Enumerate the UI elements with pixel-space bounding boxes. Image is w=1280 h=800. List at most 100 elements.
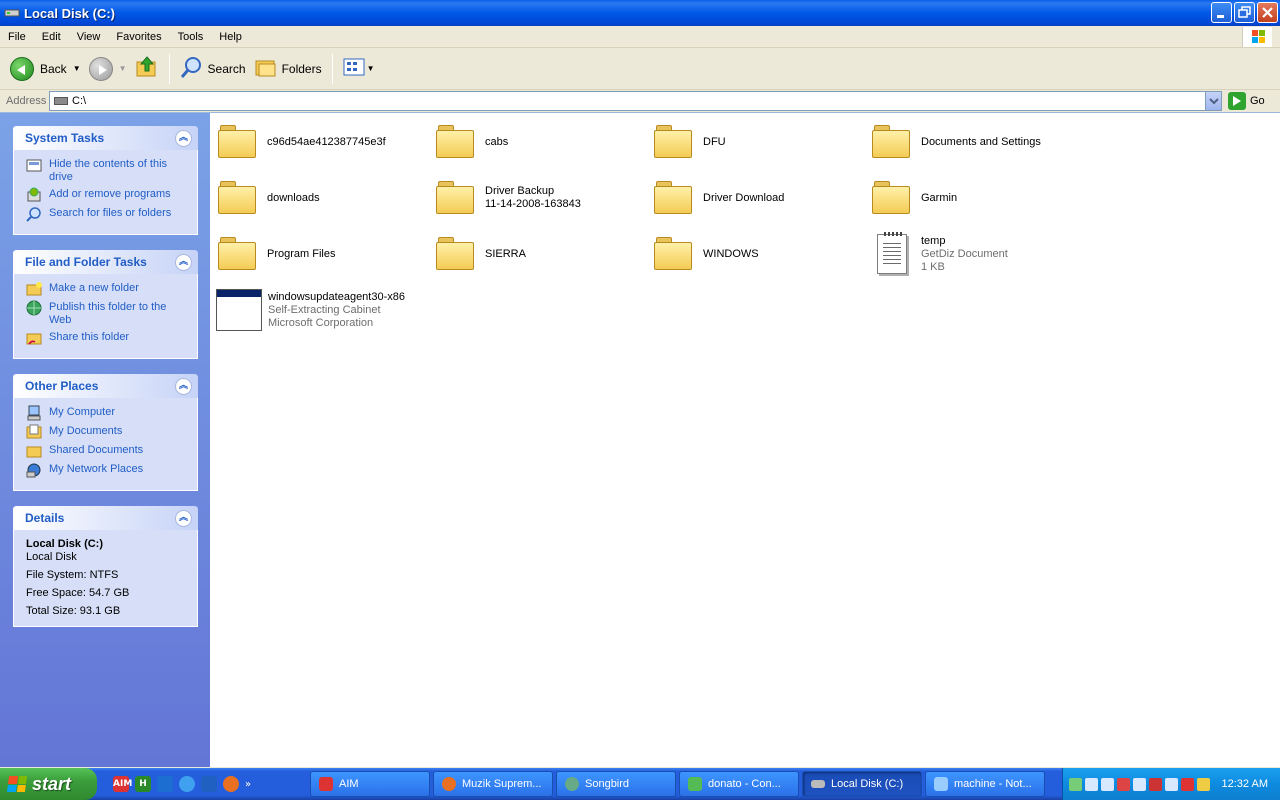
up-folder-icon xyxy=(135,55,159,82)
firefox-quicklaunch-icon[interactable] xyxy=(223,776,239,792)
tray-user-icon[interactable] xyxy=(1068,777,1082,791)
folders-button[interactable]: Folders xyxy=(250,52,326,86)
menu-edit[interactable]: Edit xyxy=(34,31,69,43)
task-make-new-folder[interactable]: Make a new folder xyxy=(26,282,189,297)
go-label: Go xyxy=(1250,95,1265,107)
task-search-files[interactable]: Search for files or folders xyxy=(26,207,189,222)
folder-item[interactable]: c96d54ae412387745e3f xyxy=(210,118,420,166)
task-button-aim[interactable]: AIM xyxy=(310,771,430,797)
task-button-songbird[interactable]: Songbird xyxy=(556,771,676,797)
collapse-chevron-icon[interactable]: ︽ xyxy=(175,377,192,395)
address-dropdown-button[interactable] xyxy=(1205,92,1221,110)
folder-icon xyxy=(218,181,258,215)
task-button-local-disk[interactable]: Local Disk (C:) xyxy=(802,771,922,797)
taskbar: start AIM H » AIM Muzik Suprem... Songbi… xyxy=(0,768,1280,800)
ie-quicklaunch-icon[interactable] xyxy=(201,776,217,792)
folder-item[interactable]: DFU xyxy=(646,118,856,166)
details-panel: Details ︽ Local Disk (C:) Local Disk Fil… xyxy=(13,506,198,627)
panel-title: System Tasks xyxy=(25,131,105,145)
folder-item[interactable]: Driver Backup 11-14-2008-163843 xyxy=(428,174,638,222)
aim-quicklaunch-icon[interactable]: AIM xyxy=(113,776,132,792)
start-button[interactable]: start xyxy=(0,768,97,800)
quicklaunch-app-icon[interactable] xyxy=(157,776,173,792)
item-type: GetDiz Document xyxy=(921,247,1008,260)
place-my-network-places[interactable]: My Network Places xyxy=(26,463,189,478)
tray-app-icon[interactable] xyxy=(1132,777,1146,791)
toolbar: Back ▼ ▼ Search Folders ▼ xyxy=(0,48,1280,90)
new-folder-icon xyxy=(26,281,42,297)
task-button-notepad[interactable]: machine - Not... xyxy=(925,771,1045,797)
folder-item[interactable]: Program Files xyxy=(210,230,420,278)
restore-button[interactable] xyxy=(1234,2,1255,23)
place-my-computer[interactable]: My Computer xyxy=(26,405,189,421)
quick-launch: AIM H » xyxy=(113,776,313,792)
task-hide-drive-contents[interactable]: Hide the contents of this drive xyxy=(26,158,189,184)
search-button[interactable]: Search xyxy=(176,52,250,86)
folder-icon xyxy=(654,125,694,159)
task-label: Hide the contents of this drive xyxy=(49,158,168,183)
item-name: temp xyxy=(921,234,946,247)
folder-item[interactable]: WINDOWS xyxy=(646,230,856,278)
tray-app-icon[interactable] xyxy=(1196,777,1210,791)
folder-item[interactable]: Documents and Settings xyxy=(864,118,1074,166)
folder-item[interactable]: SIERRA xyxy=(428,230,638,278)
address-input[interactable]: C:\ xyxy=(49,91,1222,111)
file-item[interactable]: windowsupdateagent30-x86 Self-Extracting… xyxy=(210,286,450,334)
tray-app-icon[interactable] xyxy=(1116,777,1130,791)
other-places-panel: Other Places ︽ My Computer My Documents … xyxy=(13,374,198,491)
globe-quicklaunch-icon[interactable] xyxy=(179,776,195,792)
system-tasks-header[interactable]: System Tasks ︽ xyxy=(13,126,198,150)
menu-favorites[interactable]: Favorites xyxy=(108,31,169,43)
details-header[interactable]: Details ︽ xyxy=(13,506,198,530)
back-dropdown-icon[interactable]: ▼ xyxy=(73,64,81,73)
file-folder-tasks-header[interactable]: File and Folder Tasks ︽ xyxy=(13,250,198,274)
task-add-remove-programs[interactable]: Add or remove programs xyxy=(26,187,189,203)
task-button-firefox[interactable]: Muzik Suprem... xyxy=(433,771,553,797)
folder-item[interactable]: Garmin xyxy=(864,174,1074,222)
folder-icon xyxy=(218,237,258,271)
details-total-size: Total Size: 93.1 GB xyxy=(26,605,121,617)
file-item[interactable]: temp GetDiz Document 1 KB xyxy=(864,230,1074,278)
tray-shield-icon[interactable] xyxy=(1148,777,1162,791)
item-name: DFU xyxy=(703,135,726,148)
views-dropdown-icon[interactable]: ▼ xyxy=(367,64,375,73)
views-button[interactable]: ▼ xyxy=(339,52,379,86)
up-folder-button[interactable] xyxy=(131,52,163,86)
place-shared-documents[interactable]: Shared Documents xyxy=(26,444,189,459)
back-arrow-icon xyxy=(10,56,34,81)
close-button[interactable] xyxy=(1257,2,1278,23)
place-my-documents[interactable]: My Documents xyxy=(26,424,189,440)
task-button-conversation[interactable]: donato - Con... xyxy=(679,771,799,797)
menu-view[interactable]: View xyxy=(69,31,109,43)
folder-item[interactable]: downloads xyxy=(210,174,420,222)
minimize-button[interactable] xyxy=(1211,2,1232,23)
collapse-chevron-icon[interactable]: ︽ xyxy=(175,253,192,271)
collapse-chevron-icon[interactable]: ︽ xyxy=(175,509,192,527)
tray-aim-icon[interactable] xyxy=(1180,777,1194,791)
menu-file[interactable]: File xyxy=(0,31,34,43)
task-share-folder[interactable]: Share this folder xyxy=(26,331,189,346)
tray-network-icon[interactable] xyxy=(1084,777,1098,791)
folder-item[interactable]: cabs xyxy=(428,118,638,166)
globe-icon xyxy=(26,300,42,316)
task-label: Share this folder xyxy=(49,331,130,343)
quicklaunch-overflow-icon[interactable]: » xyxy=(245,779,251,790)
my-documents-icon xyxy=(26,424,42,440)
folder-item[interactable]: Driver Download xyxy=(646,174,856,222)
other-places-header[interactable]: Other Places ︽ xyxy=(13,374,198,398)
forward-button[interactable]: ▼ xyxy=(85,52,131,86)
go-arrow-icon xyxy=(1228,92,1246,110)
quicklaunch-app-icon[interactable]: H xyxy=(135,776,151,792)
item-size: 1 KB xyxy=(921,260,945,273)
tray-volume-icon[interactable] xyxy=(1100,777,1114,791)
back-button[interactable]: Back ▼ xyxy=(6,52,85,86)
tray-app-icon[interactable] xyxy=(1164,777,1178,791)
forward-dropdown-icon[interactable]: ▼ xyxy=(119,64,127,73)
menu-help[interactable]: Help xyxy=(211,31,250,43)
go-button[interactable]: Go xyxy=(1228,92,1265,110)
menu-tools[interactable]: Tools xyxy=(170,31,212,43)
item-name-line2: 11-14-2008-163843 xyxy=(485,198,581,210)
task-publish-to-web[interactable]: Publish this folder to the Web xyxy=(26,300,189,327)
task-label: Make a new folder xyxy=(49,282,139,294)
collapse-chevron-icon[interactable]: ︽ xyxy=(175,129,192,147)
